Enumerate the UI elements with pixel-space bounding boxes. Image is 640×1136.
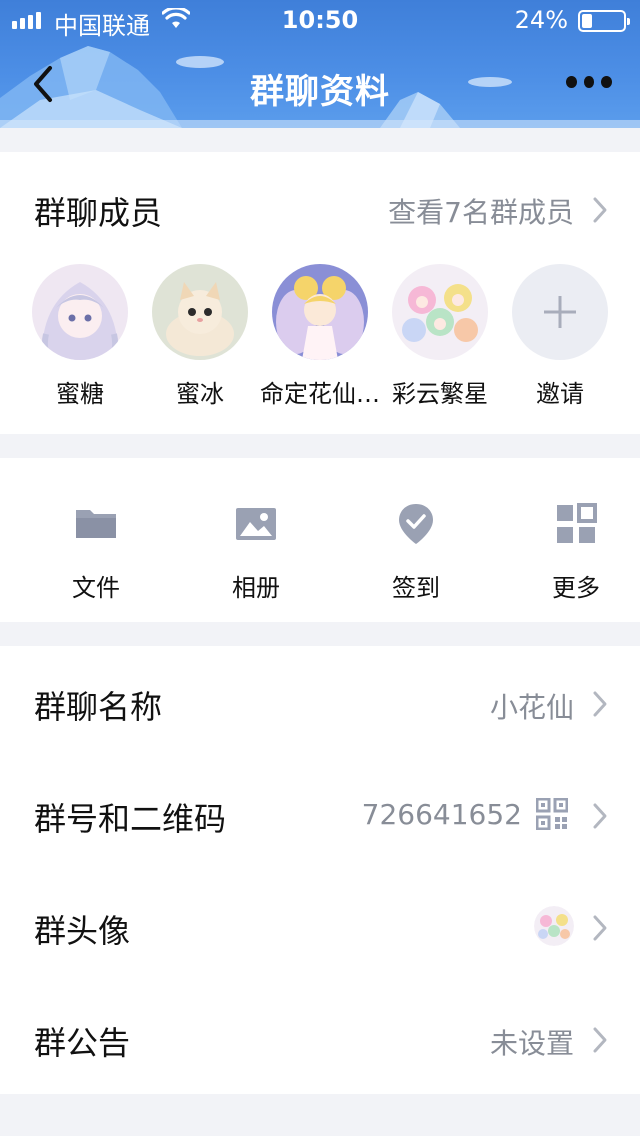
- member-item[interactable]: 彩云繁星: [380, 264, 500, 409]
- member-item[interactable]: 蜜糖: [20, 264, 140, 409]
- tool-label: 文件: [72, 574, 120, 602]
- group-avatar-label: 群头像: [34, 912, 131, 950]
- tools-section: 文件 相册 签到 更多: [0, 458, 640, 622]
- grid-icon: [557, 503, 597, 543]
- member-avatar: [392, 264, 488, 360]
- member-avatar: [32, 264, 128, 360]
- group-number-row[interactable]: 群号和二维码 726641652: [0, 758, 640, 870]
- page-title: 群聊资料: [250, 72, 390, 112]
- chevron-right-icon: [593, 803, 607, 829]
- more-dot-icon: [566, 76, 577, 88]
- more-dot-icon: [601, 76, 613, 88]
- folder-icon: [76, 510, 116, 538]
- more-dot-icon: [583, 76, 595, 88]
- group-notice-label: 群公告: [34, 1024, 131, 1062]
- group-notice-row[interactable]: 群公告 未设置: [0, 982, 640, 1094]
- group-number-value: 726641652: [361, 798, 522, 831]
- more-button[interactable]: [566, 76, 613, 92]
- battery-percent: 24%: [514, 6, 568, 34]
- status-bar: 中国联通 10:50 24%: [0, 0, 640, 40]
- more-tools-button[interactable]: 更多: [516, 502, 636, 603]
- member-name: 蜜糖: [56, 380, 104, 408]
- view-members-link[interactable]: 查看7名群成员: [388, 191, 574, 231]
- members-section: 群聊成员 查看7名群成员 蜜糖 蜜冰 命定花仙… 彩云繁星 邀请: [0, 152, 640, 434]
- member-name: 彩云繁星: [392, 380, 488, 408]
- tool-label: 签到: [392, 574, 440, 602]
- image-icon: [236, 508, 276, 540]
- invite-label: 邀请: [536, 380, 584, 408]
- chevron-right-icon: [593, 197, 607, 223]
- group-info-section: 群聊名称 小花仙 群号和二维码 726641652 群头像 群公告 未设置: [0, 646, 640, 1094]
- view-members-row[interactable]: 群聊成员 查看7名群成员: [0, 152, 640, 266]
- group-number-label: 群号和二维码: [34, 800, 227, 838]
- group-avatar-thumbnail: [534, 906, 574, 946]
- member-name: 蜜冰: [176, 380, 224, 408]
- member-item[interactable]: 命定花仙…: [260, 264, 380, 409]
- group-name-row[interactable]: 群聊名称 小花仙: [0, 646, 640, 758]
- member-list: 蜜糖 蜜冰 命定花仙… 彩云繁星 邀请: [0, 264, 640, 424]
- chevron-right-icon: [593, 691, 607, 717]
- files-button[interactable]: 文件: [36, 502, 156, 603]
- tool-label: 更多: [552, 574, 600, 602]
- group-notice-value: 未设置: [489, 1027, 574, 1060]
- nav-header: 中国联通 10:50 24% 群聊资料: [0, 0, 640, 128]
- plus-icon: [544, 296, 576, 328]
- invite-button[interactable]: 邀请: [500, 264, 620, 409]
- member-avatar: [152, 264, 248, 360]
- chevron-right-icon: [593, 1027, 607, 1053]
- member-name: 命定花仙…: [260, 380, 380, 408]
- qr-code-icon: [536, 798, 568, 830]
- album-button[interactable]: 相册: [196, 502, 316, 603]
- chevron-right-icon: [593, 915, 607, 941]
- battery-icon: [578, 10, 630, 32]
- member-item[interactable]: 蜜冰: [140, 264, 260, 409]
- group-name-value: 小花仙: [489, 691, 574, 724]
- location-check-icon: [399, 504, 433, 544]
- members-title: 群聊成员: [34, 194, 163, 232]
- invite-circle: [512, 264, 608, 360]
- group-name-label: 群聊名称: [34, 688, 163, 726]
- member-avatar: [272, 264, 368, 360]
- group-avatar-row[interactable]: 群头像: [0, 870, 640, 982]
- tool-label: 相册: [232, 574, 280, 602]
- checkin-button[interactable]: 签到: [356, 502, 476, 603]
